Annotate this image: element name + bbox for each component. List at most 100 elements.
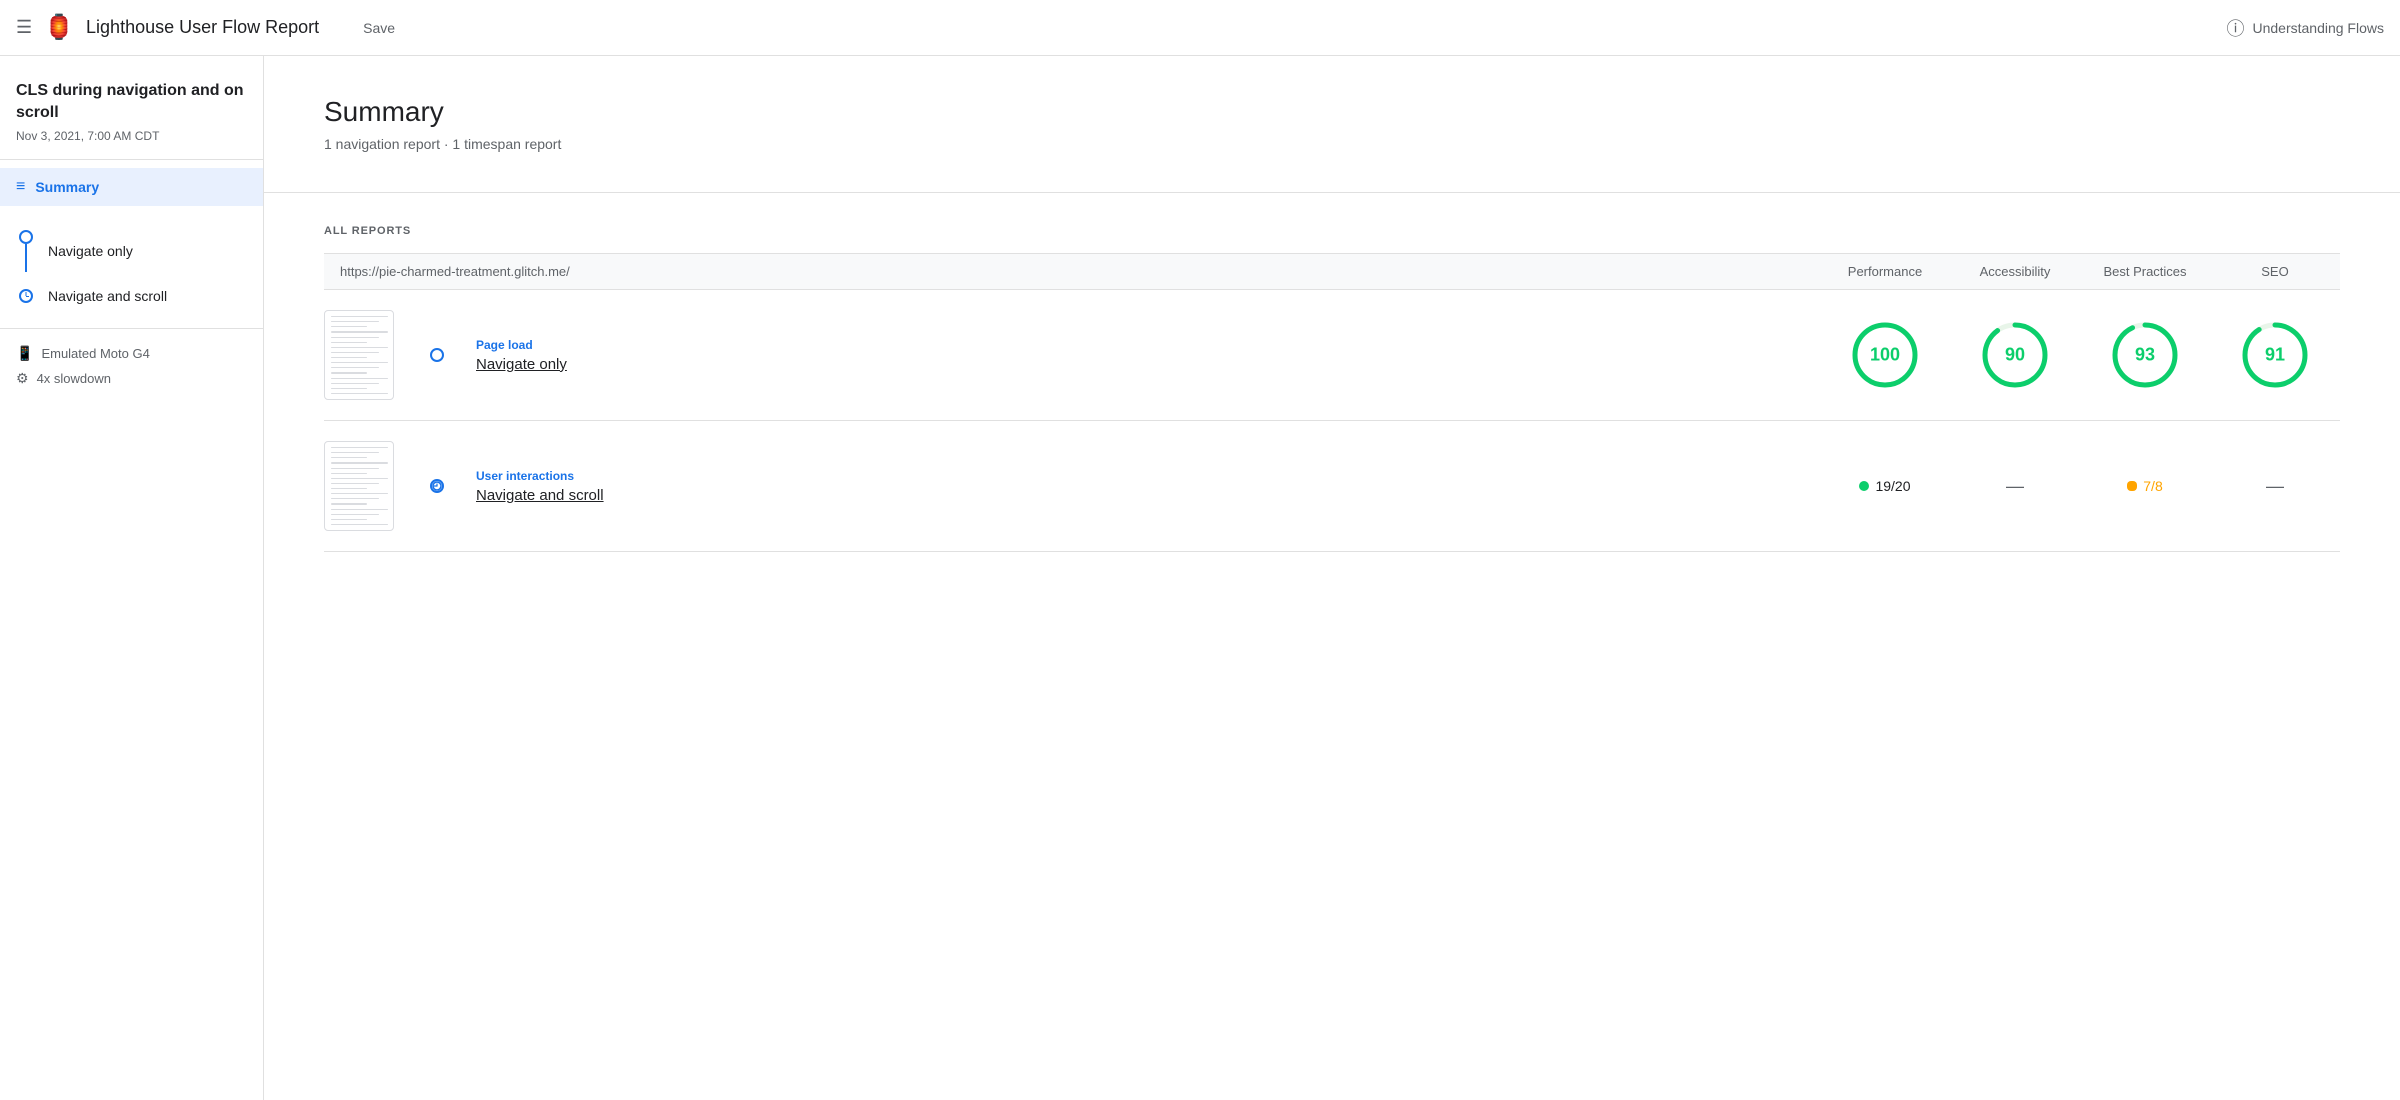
- connector-cell: [414, 290, 460, 421]
- navigate-only-label: Navigate only: [48, 243, 133, 259]
- table-row: User interactions Navigate and scroll 19…: [324, 421, 2340, 552]
- cpu-icon: ⚙: [16, 370, 29, 387]
- device-emulation-item: 📱 Emulated Moto G4: [16, 345, 247, 362]
- thumb-line: [331, 493, 388, 494]
- thumb-line: [331, 367, 379, 368]
- seo-score-cell: —: [2210, 421, 2340, 552]
- thumb-line: [331, 347, 388, 348]
- thumb-line: [331, 337, 379, 338]
- score-value: 90: [2005, 345, 2025, 366]
- best-practices-column-header: Best Practices: [2080, 254, 2210, 290]
- performance-score-cell: 19/20: [1820, 421, 1950, 552]
- understanding-flows-link[interactable]: ⓘ Understanding Flows: [2226, 15, 2384, 41]
- thumb-line: [331, 509, 388, 510]
- circle-connector-icon: [430, 348, 444, 362]
- device-slowdown-label: 4x slowdown: [37, 371, 111, 386]
- sidebar-device-info: 📱 Emulated Moto G4 ⚙ 4x slowdown: [0, 345, 263, 387]
- sidebar-item-summary[interactable]: ≡ Summary: [0, 168, 263, 206]
- device-slowdown-item: ⚙ 4x slowdown: [16, 370, 247, 387]
- thumb-line: [331, 342, 367, 343]
- timespan-score-green: 19/20: [1859, 478, 1910, 494]
- thumb-line: [331, 357, 367, 358]
- sidebar-report-title: CLS during navigation and on scroll: [0, 80, 263, 125]
- sidebar: CLS during navigation and on scroll Nov …: [0, 56, 264, 1100]
- best-practices-score-cell: 7/8: [2080, 421, 2210, 552]
- score-value: 91: [2265, 345, 2285, 366]
- performance-column-header: Performance: [1820, 254, 1950, 290]
- header-left: ☰ 🏮 Lighthouse User Flow Report Save: [16, 13, 403, 42]
- dash-score: —: [2006, 476, 2024, 497]
- thumb-line: [331, 378, 388, 379]
- clock-connector-icon: [430, 479, 444, 493]
- summary-subtitle: 1 navigation report · 1 timespan report: [324, 136, 2340, 152]
- thumb-line: [331, 473, 367, 474]
- summary-label: Summary: [35, 179, 99, 195]
- thumb-line: [331, 457, 367, 458]
- sidebar-flow-items: Navigate only Navigate and scroll: [0, 214, 263, 312]
- sidebar-item-navigate-only[interactable]: Navigate only: [0, 222, 263, 280]
- report-type: Page load: [476, 338, 1804, 352]
- summary-title: Summary: [324, 96, 2340, 128]
- thumb-line: [331, 383, 379, 384]
- sidebar-report-date: Nov 3, 2021, 7:00 AM CDT: [0, 125, 263, 159]
- seo-column-header: SEO: [2210, 254, 2340, 290]
- seo-score-cell: 91: [2210, 290, 2340, 421]
- report-thumbnail: [324, 310, 394, 400]
- lighthouse-logo: 🏮: [44, 13, 74, 42]
- list-icon: ≡: [16, 178, 25, 196]
- summary-section: Summary 1 navigation report · 1 timespan…: [264, 56, 2400, 193]
- thumb-line: [331, 326, 367, 327]
- thumb-line: [331, 503, 367, 504]
- thumb-line: [331, 452, 379, 453]
- sidebar-divider-2: [0, 328, 263, 329]
- report-name-link[interactable]: Navigate only: [476, 356, 567, 373]
- all-reports-label: ALL REPORTS: [324, 225, 2340, 237]
- accessibility-score-cell: 90: [1950, 290, 2080, 421]
- accessibility-score-cell: —: [1950, 421, 2080, 552]
- report-info-cell: Page load Navigate only: [460, 290, 1820, 421]
- reports-section: ALL REPORTS https://pie-charmed-treatmen…: [264, 193, 2400, 584]
- reports-table: https://pie-charmed-treatment.glitch.me/…: [324, 253, 2340, 552]
- save-button[interactable]: Save: [355, 14, 403, 42]
- score-value: 93: [2135, 345, 2155, 366]
- main-content: Summary 1 navigation report · 1 timespan…: [264, 56, 2400, 1100]
- thumb-line: [331, 514, 379, 515]
- thumb-line: [331, 352, 379, 353]
- thumb-line: [331, 478, 388, 479]
- thumb-line: [331, 468, 379, 469]
- report-name-link[interactable]: Navigate and scroll: [476, 487, 604, 504]
- thumb-line: [331, 462, 388, 463]
- thumb-line: [331, 519, 367, 520]
- flow-line-1: [25, 244, 27, 272]
- help-icon: ⓘ: [2226, 15, 2244, 41]
- clock-dot-icon: [19, 289, 33, 303]
- navigate-scroll-label: Navigate and scroll: [48, 288, 167, 304]
- thumb-line: [331, 372, 367, 373]
- orange-dot-icon: [2127, 481, 2137, 491]
- score-value: 100: [1870, 345, 1900, 366]
- sidebar-divider-1: [0, 159, 263, 160]
- report-thumbnail: [324, 441, 394, 531]
- circle-dot-icon: [19, 230, 33, 244]
- flow-connector-2: [16, 289, 36, 303]
- device-emulation-label: Emulated Moto G4: [41, 346, 149, 361]
- layout: CLS during navigation and on scroll Nov …: [0, 56, 2400, 1100]
- sidebar-item-navigate-scroll[interactable]: Navigate and scroll: [0, 280, 263, 312]
- score-circle: 90: [1979, 319, 2051, 391]
- table-header-row: https://pie-charmed-treatment.glitch.me/…: [324, 254, 2340, 290]
- score-circle: 100: [1849, 319, 1921, 391]
- menu-icon[interactable]: ☰: [16, 17, 32, 38]
- thumb-line: [331, 388, 367, 389]
- table-row: Page load Navigate only 100 90: [324, 290, 2340, 421]
- score-circle: 91: [2239, 319, 2311, 391]
- green-dot-icon: [1859, 481, 1869, 491]
- thumbnail-cell: [324, 290, 414, 421]
- header-title: Lighthouse User Flow Report: [86, 17, 319, 38]
- performance-score-cell: 100: [1820, 290, 1950, 421]
- thumb-line: [331, 393, 388, 394]
- connector-cell: [414, 421, 460, 552]
- thumbnail-cell: [324, 421, 414, 552]
- thumb-line: [331, 488, 367, 489]
- thumb-line: [331, 498, 379, 499]
- thumb-line: [331, 331, 388, 332]
